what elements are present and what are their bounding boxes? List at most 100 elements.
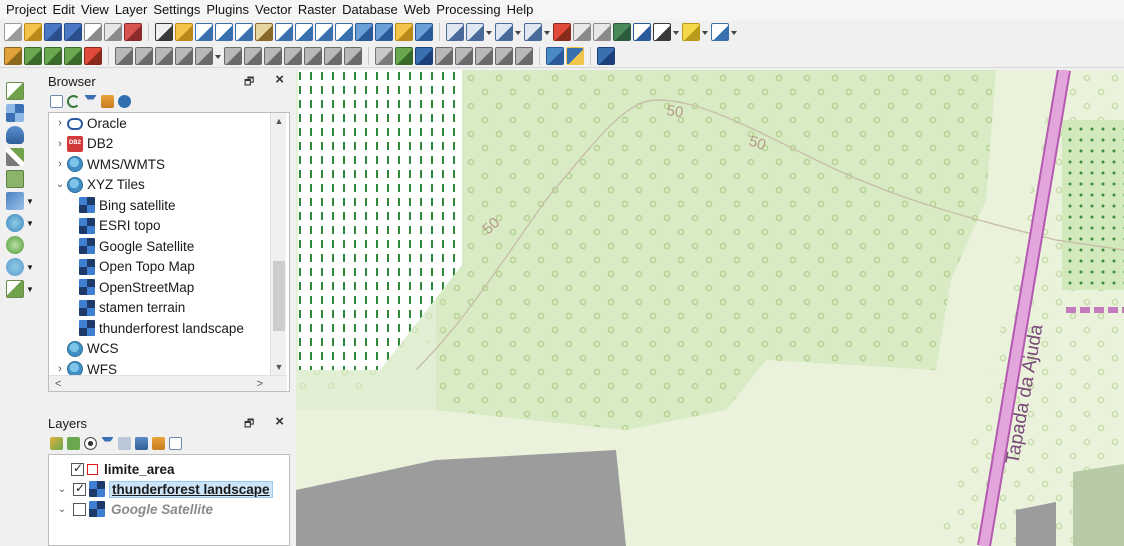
rotate-label-icon[interactable]	[495, 46, 513, 65]
zoom-out-icon[interactable]	[215, 23, 233, 41]
menu-settings[interactable]: Settings	[150, 0, 203, 20]
add-delimited-text-icon[interactable]	[6, 148, 24, 166]
dropdown-arrow-icon[interactable]	[515, 23, 522, 41]
refresh-icon[interactable]	[415, 23, 433, 41]
filter-legend-icon[interactable]	[101, 436, 114, 450]
chevron-right-icon[interactable]: ›	[53, 138, 67, 150]
save-edits-icon[interactable]	[44, 46, 62, 65]
rotate-icon[interactable]	[324, 46, 342, 65]
map-tips-icon[interactable]	[682, 23, 700, 41]
attribute-table-icon[interactable]	[553, 23, 571, 41]
chevron-right-icon[interactable]: ›	[53, 158, 67, 170]
close-panel-icon[interactable]: ×	[275, 71, 284, 88]
browser-item[interactable]: stamen terrain	[49, 298, 289, 319]
help-icon[interactable]	[597, 46, 615, 65]
identify-icon[interactable]	[446, 23, 464, 41]
dropdown-arrow-icon[interactable]	[486, 23, 493, 41]
scroll-up-arrow-icon[interactable]: ▲	[271, 113, 287, 129]
paste-features-icon[interactable]	[224, 46, 242, 65]
browser-item[interactable]: ⌄ XYZ Tiles	[49, 175, 289, 196]
layer-item[interactable]: ⌄ Google Satellite	[49, 499, 289, 519]
filter-by-expression-icon[interactable]	[118, 436, 131, 450]
add-mesh-layer-icon[interactable]	[6, 192, 24, 210]
change-label-icon[interactable]	[515, 46, 533, 65]
browser-horizontal-scrollbar[interactable]: < >	[49, 375, 287, 391]
current-edits-icon[interactable]	[4, 46, 22, 65]
layer-visibility-checkbox[interactable]	[73, 481, 86, 496]
redo-icon[interactable]	[264, 46, 282, 65]
browser-vertical-scrollbar[interactable]: ▲ ▼	[270, 113, 286, 391]
zoom-native-icon[interactable]	[235, 23, 253, 41]
menu-help[interactable]: Help	[504, 0, 537, 20]
menu-database[interactable]: Database	[339, 0, 401, 20]
highlight-labels-icon[interactable]	[415, 46, 433, 65]
browser-item[interactable]: Bing satellite	[49, 195, 289, 216]
merge-icon[interactable]	[304, 46, 322, 65]
copy-features-icon[interactable]	[195, 46, 213, 65]
expand-all-icon[interactable]	[135, 436, 148, 450]
browser-item[interactable]: Google Satellite	[49, 236, 289, 257]
dropdown-arrow-icon[interactable]	[673, 23, 680, 41]
chevron-down-icon[interactable]: ⌄	[55, 504, 69, 515]
browser-item[interactable]: › Oracle	[49, 113, 289, 134]
toggle-editing-icon[interactable]	[24, 46, 42, 65]
collapse-all-icon[interactable]	[101, 94, 114, 108]
menu-web[interactable]: Web	[401, 0, 434, 20]
layer-item[interactable]: limite_area	[49, 459, 289, 479]
scroll-down-arrow-icon[interactable]: ▼	[271, 359, 287, 375]
layout-manager-icon[interactable]	[104, 23, 122, 41]
zoom-next-icon[interactable]	[335, 23, 353, 41]
collapse-all-icon[interactable]	[152, 436, 165, 450]
add-spatialite-layer-icon[interactable]	[6, 126, 24, 144]
layer-item[interactable]: ⌄ thunderforest landscape	[49, 479, 289, 499]
browser-item[interactable]: WCS	[49, 339, 289, 360]
dropdown-arrow-icon[interactable]	[544, 23, 551, 41]
close-panel-icon[interactable]: ×	[275, 413, 284, 430]
new-print-layout-icon[interactable]	[84, 23, 102, 41]
add-raster-layer-icon[interactable]	[6, 104, 24, 122]
menu-edit[interactable]: Edit	[49, 0, 77, 20]
layer-visibility-checkbox[interactable]	[71, 461, 84, 476]
layer-visibility-checkbox[interactable]	[73, 502, 86, 516]
add-wcs-layer-icon[interactable]	[6, 236, 24, 254]
measure-line-icon[interactable]	[653, 23, 671, 41]
new-shapefile-layer-icon[interactable]	[6, 280, 24, 298]
show-hide-labels-icon[interactable]	[455, 46, 473, 65]
cut-features-icon[interactable]	[175, 46, 193, 65]
pan-to-selection-icon[interactable]	[175, 23, 193, 41]
float-panel-icon[interactable]: 🗗	[244, 415, 256, 430]
zoom-last-icon[interactable]	[315, 23, 333, 41]
add-feature-icon[interactable]	[84, 46, 102, 65]
properties-icon[interactable]	[118, 94, 131, 108]
scroll-left-arrow-icon[interactable]: <	[55, 376, 61, 391]
save-project-icon[interactable]	[44, 23, 62, 41]
open-project-icon[interactable]	[24, 23, 42, 41]
settings-gear-icon[interactable]	[613, 23, 631, 41]
browser-item[interactable]: Open Topo Map	[49, 257, 289, 278]
chevron-down-icon[interactable]: ⌄	[53, 179, 67, 190]
menu-raster[interactable]: Raster	[295, 0, 339, 20]
manage-visibility-icon[interactable]	[84, 436, 97, 450]
field-calculator-icon[interactable]	[573, 23, 591, 41]
remove-layer-icon[interactable]	[169, 436, 182, 450]
dropdown-arrow-icon[interactable]	[731, 23, 738, 41]
label-toolbar-icon[interactable]	[375, 46, 393, 65]
save-as-icon[interactable]	[64, 23, 82, 41]
undo-icon[interactable]	[244, 46, 262, 65]
new-map-view-icon[interactable]	[355, 23, 373, 41]
scroll-right-arrow-icon[interactable]: >	[257, 376, 263, 391]
map-canvas[interactable]: 50 50 50 Tapada da Ajuda	[296, 70, 1124, 546]
new-3d-view-icon[interactable]	[375, 23, 393, 41]
layer-labeling-icon[interactable]	[395, 46, 413, 65]
move-label-icon[interactable]	[475, 46, 493, 65]
chevron-right-icon[interactable]: ›	[53, 117, 67, 129]
digitize-icon[interactable]	[64, 46, 82, 65]
browser-item[interactable]: thunderforest landscape	[49, 318, 289, 339]
new-project-icon[interactable]	[4, 23, 22, 41]
dropdown-arrow-icon[interactable]	[702, 23, 709, 41]
split-icon[interactable]	[284, 46, 302, 65]
scrollbar-thumb[interactable]	[273, 261, 285, 331]
filter-icon[interactable]	[84, 94, 97, 108]
dropdown-arrow-icon[interactable]	[215, 47, 222, 65]
delete-selected-icon[interactable]	[155, 46, 173, 65]
